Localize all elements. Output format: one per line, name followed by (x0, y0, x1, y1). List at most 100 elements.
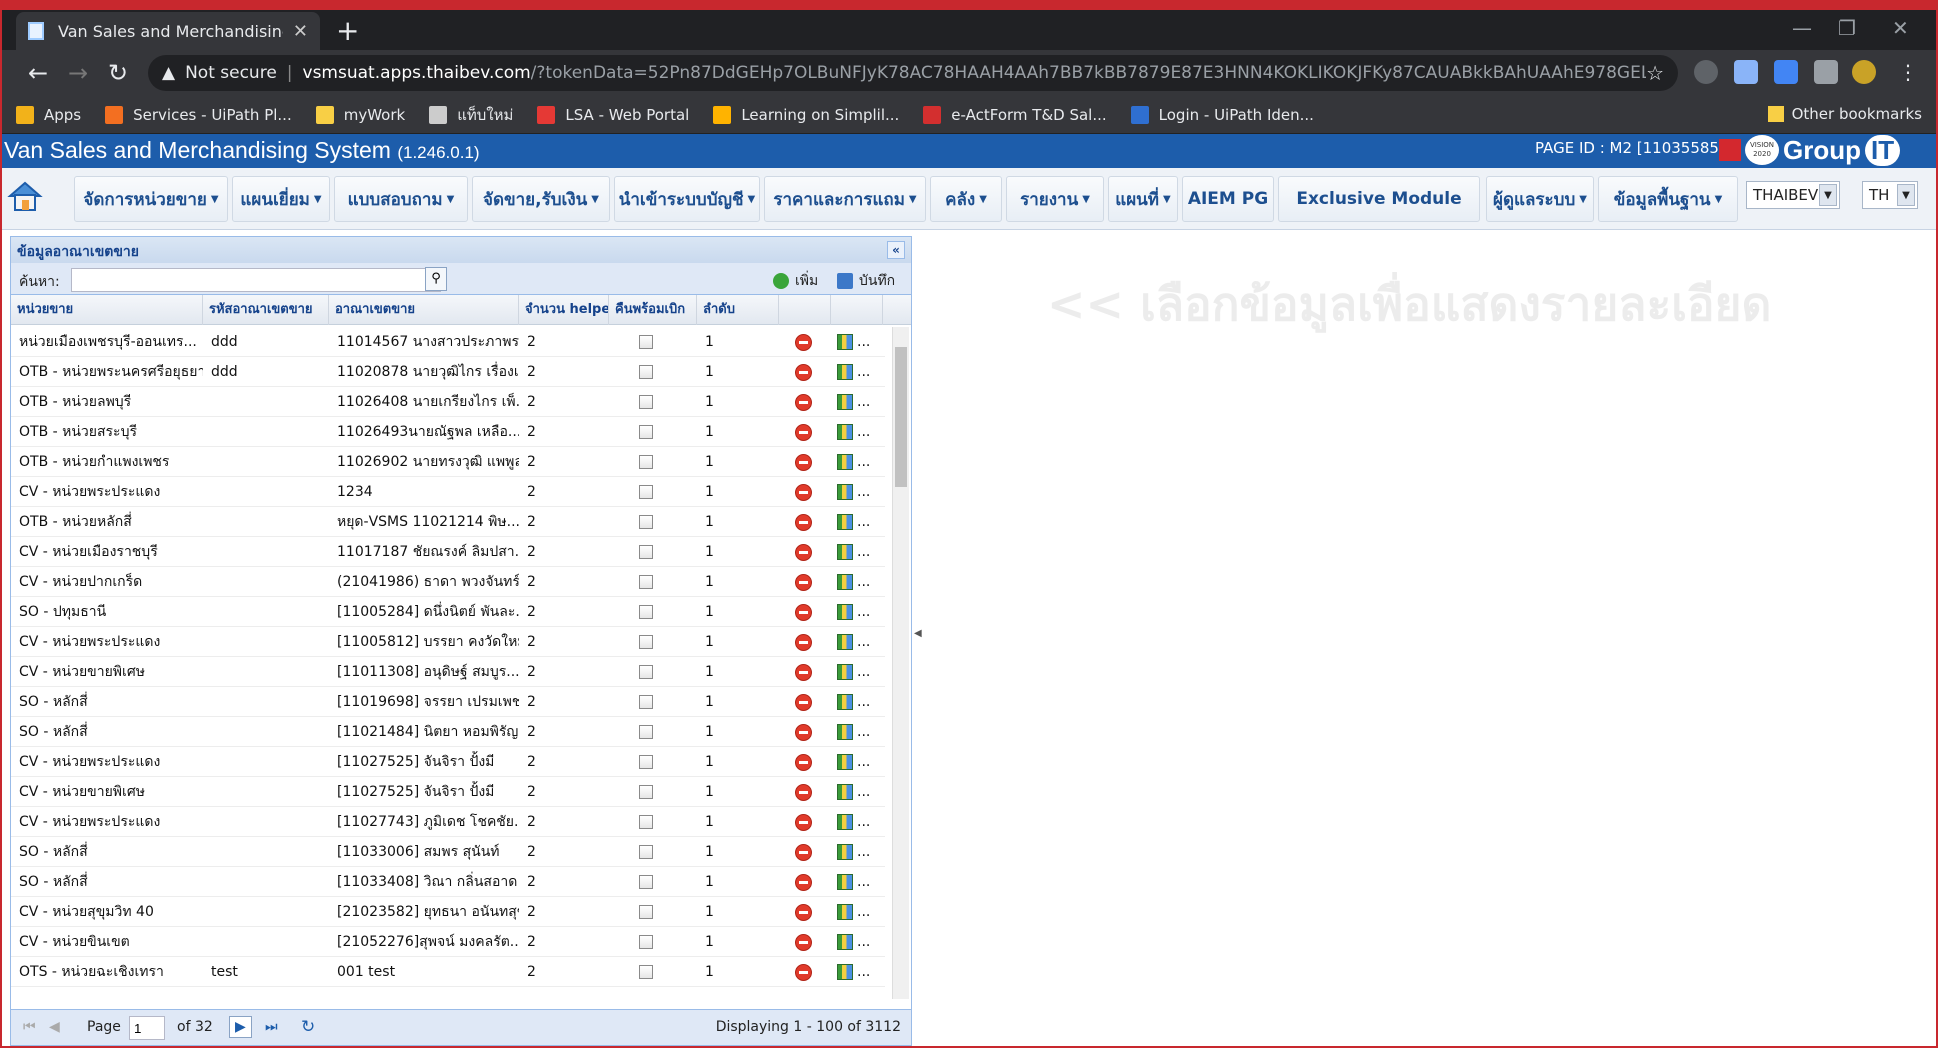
detail-grid-icon[interactable] (837, 544, 853, 560)
return-checkbox[interactable] (639, 365, 653, 379)
search-icon[interactable]: ⚲ (425, 267, 447, 291)
detail-grid-icon[interactable] (837, 454, 853, 470)
more-detail-link[interactable]: ... (857, 447, 870, 477)
menu-item[interactable]: AIEM PG (1182, 176, 1274, 222)
more-detail-link[interactable]: ... (857, 807, 870, 837)
detail-grid-icon[interactable] (837, 874, 853, 890)
menu-item[interactable]: ผู้ดูแลระบบ ▼ (1486, 176, 1594, 222)
detail-grid-icon[interactable] (837, 724, 853, 740)
more-detail-link[interactable]: ... (857, 927, 870, 957)
company-select[interactable]: THAIBEV ▼ (1746, 181, 1840, 209)
menu-item[interactable]: แบบสอบถาม ▼ (334, 176, 468, 222)
delete-row-icon[interactable] (795, 664, 812, 681)
extensions-puzzle-icon[interactable] (1814, 60, 1838, 84)
column-header[interactable]: คืนพร้อมเบิก (609, 295, 697, 325)
menu-item[interactable]: แผนที่ ▼ (1108, 176, 1178, 222)
return-checkbox[interactable] (639, 815, 653, 829)
table-row[interactable]: SO - ปทุมธานี [11005284] ดนึ่งนิตย์ พันละ… (11, 597, 885, 627)
more-detail-link[interactable]: ... (857, 897, 870, 927)
detail-grid-icon[interactable] (837, 904, 853, 920)
column-header[interactable]: จำนวน helpe (519, 295, 609, 325)
delete-row-icon[interactable] (795, 784, 812, 801)
delete-row-icon[interactable] (795, 814, 812, 831)
delete-row-icon[interactable] (795, 934, 812, 951)
reload-icon[interactable]: ↻ (98, 59, 138, 87)
table-row[interactable]: OTB - หน่วยหลักสี่ หยุด-VSMS 11021214 พิษ… (11, 507, 885, 537)
collapse-panel-icon[interactable]: « (887, 241, 905, 259)
translate-icon[interactable] (1774, 60, 1798, 84)
column-header[interactable]: ลำดับ (697, 295, 779, 325)
more-detail-link[interactable]: ... (857, 567, 870, 597)
detail-grid-icon[interactable] (837, 784, 853, 800)
delete-row-icon[interactable] (795, 544, 812, 561)
table-row[interactable]: CV - หน่วยเมืองราชบุรี 11017187 ชัยณรงค์ … (11, 537, 885, 567)
return-checkbox[interactable] (639, 395, 653, 409)
detail-grid-icon[interactable] (837, 934, 853, 950)
delete-row-icon[interactable] (795, 484, 812, 501)
table-row[interactable]: CV - หน่วยปากเกร็ด (21041986) ธาดา พวงจัน… (11, 567, 885, 597)
refresh-icon[interactable]: ↻ (301, 1017, 315, 1037)
return-checkbox[interactable] (639, 575, 653, 589)
delete-row-icon[interactable] (795, 844, 812, 861)
table-row[interactable]: OTB - หน่วยกำแพงเพชร 11026902 นายทรงวุฒิ … (11, 447, 885, 477)
return-checkbox[interactable] (639, 965, 653, 979)
more-detail-link[interactable]: ... (857, 597, 870, 627)
forward-icon[interactable]: → (58, 59, 98, 87)
detail-grid-icon[interactable] (837, 964, 853, 980)
return-checkbox[interactable] (639, 515, 653, 529)
bookmark-item[interactable]: e-ActForm T&D Sal... (923, 105, 1107, 124)
scrollbar-thumb[interactable] (895, 347, 907, 487)
profile-avatar[interactable] (1852, 60, 1876, 84)
delete-row-icon[interactable] (795, 364, 812, 381)
table-row[interactable]: SO - หลักสี่ [11033408] วิณา กลิ่นสอาด 2 1.… (11, 867, 885, 897)
menu-item[interactable]: จัดการหน่วยขาย ▼ (74, 176, 228, 222)
return-checkbox[interactable] (639, 605, 653, 619)
table-row[interactable]: CV - หน่วยขินเขต [21052276]สุพจน์ มงคลรัต… (11, 927, 885, 957)
more-detail-link[interactable]: ... (857, 837, 870, 867)
bookmark-item[interactable]: แท็บใหม่ (429, 103, 513, 127)
return-checkbox[interactable] (639, 725, 653, 739)
bookmark-item[interactable]: myWork (315, 105, 405, 124)
delete-row-icon[interactable] (795, 394, 812, 411)
more-detail-link[interactable]: ... (857, 777, 870, 807)
return-checkbox[interactable] (639, 755, 653, 769)
bookmark-star-icon[interactable]: ☆ (1646, 61, 1664, 85)
table-row[interactable]: CV - หน่วยสุขุมวิท 40 [21023582] ยุทธนา อ… (11, 897, 885, 927)
logout-icon[interactable] (1719, 139, 1741, 161)
more-detail-link[interactable]: ... (857, 747, 870, 777)
detail-grid-icon[interactable] (837, 634, 853, 650)
close-tab-icon[interactable]: ✕ (293, 21, 308, 42)
search-input[interactable] (71, 268, 441, 292)
browser-tab[interactable]: Van Sales and Merchandising Sys ✕ (16, 12, 320, 50)
delete-row-icon[interactable] (795, 874, 812, 891)
bookmark-item[interactable]: Learning on Simplil... (713, 105, 899, 124)
delete-row-icon[interactable] (795, 964, 812, 981)
return-checkbox[interactable] (639, 695, 653, 709)
delete-row-icon[interactable] (795, 754, 812, 771)
return-checkbox[interactable] (639, 905, 653, 919)
more-detail-link[interactable]: ... (857, 627, 870, 657)
more-detail-link[interactable]: ... (857, 387, 870, 417)
return-checkbox[interactable] (639, 425, 653, 439)
detail-grid-icon[interactable] (837, 754, 853, 770)
delete-row-icon[interactable] (795, 454, 812, 471)
address-bar[interactable]: ▲ Not secure | vsmsuat.apps.thaibev.com … (148, 55, 1678, 91)
bookmark-item[interactable]: LSA - Web Portal (537, 105, 689, 124)
last-page-icon[interactable]: ⏭ (265, 1019, 278, 1035)
menu-item[interactable]: ข้อมูลพื้นฐาน ▼ (1598, 176, 1738, 222)
more-detail-link[interactable]: ... (857, 957, 870, 987)
panel-splitter[interactable]: ◀ (914, 236, 922, 1046)
menu-item[interactable]: นำเข้าระบบบัญชี ▼ (614, 176, 760, 222)
back-icon[interactable]: ← (18, 59, 58, 87)
delete-row-icon[interactable] (795, 334, 812, 351)
table-row[interactable]: CV - หน่วยขายพิเศษ [11011308] อนุดิษฐ์ สม… (11, 657, 885, 687)
more-detail-link[interactable]: ... (857, 507, 870, 537)
table-row[interactable]: CV - หน่วยพระประแดง [11027743] ภูมิเดช โช… (11, 807, 885, 837)
detail-grid-icon[interactable] (837, 394, 853, 410)
more-detail-link[interactable]: ... (857, 357, 870, 387)
delete-row-icon[interactable] (795, 424, 812, 441)
return-checkbox[interactable] (639, 485, 653, 499)
table-row[interactable]: CV - หน่วยขายพิเศษ [11027525] จันจิรา ปั้… (11, 777, 885, 807)
detail-grid-icon[interactable] (837, 364, 853, 380)
delete-row-icon[interactable] (795, 514, 812, 531)
